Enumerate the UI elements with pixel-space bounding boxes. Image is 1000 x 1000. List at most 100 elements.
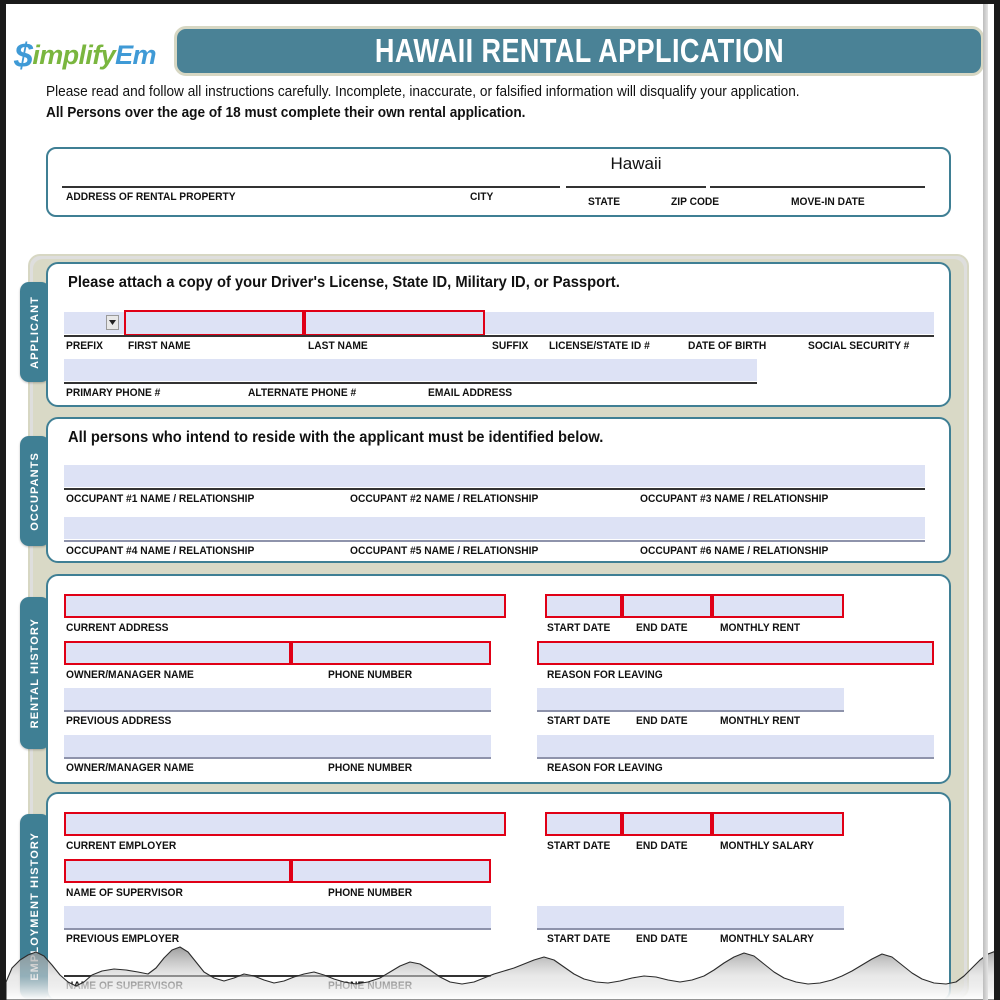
label-occupant-6: OCCUPANT #6 NAME / RELATIONSHIP bbox=[640, 545, 829, 557]
label-employment-end-date: END DATE bbox=[636, 840, 688, 852]
previous-supervisor-rule bbox=[64, 975, 491, 977]
applicant-row2-rule bbox=[64, 382, 757, 384]
previous-address-rule bbox=[64, 710, 491, 712]
rental-end-date-input[interactable] bbox=[622, 594, 712, 618]
applicant-panel: Please attach a copy of your Driver's Li… bbox=[46, 262, 951, 407]
state-value: Hawaii bbox=[610, 154, 662, 173]
sidebar-tab-employment-history-label: EMPLOYMENT HISTORY bbox=[29, 832, 41, 981]
applicant-section-title: Please attach a copy of your Driver's Li… bbox=[68, 274, 620, 291]
previous-rental-dates-input[interactable] bbox=[537, 688, 844, 710]
applicant-row2-background[interactable] bbox=[64, 359, 757, 381]
address-rule bbox=[62, 186, 560, 188]
label-previous-name-of-supervisor: NAME OF SUPERVISOR bbox=[66, 980, 183, 992]
reason-for-leaving-input[interactable] bbox=[537, 641, 934, 665]
occupants-row1-rule bbox=[64, 488, 925, 490]
previous-employer-input[interactable] bbox=[64, 906, 491, 928]
page-header: $implifyEm HAWAII RENTAL APPLICATION bbox=[6, 18, 994, 78]
label-previous-owner-phone-number: PHONE NUMBER bbox=[328, 762, 413, 774]
sidebar-tab-occupants-label: OCCUPANTS bbox=[29, 451, 41, 531]
prefix-dropdown-button[interactable] bbox=[106, 315, 119, 330]
label-previous-address: PREVIOUS ADDRESS bbox=[66, 715, 172, 727]
label-employment-start-date: START DATE bbox=[547, 840, 611, 852]
occupants-panel: All persons who intend to reside with th… bbox=[46, 417, 951, 563]
label-current-employer: CURRENT EMPLOYER bbox=[66, 840, 177, 852]
label-prev-employment-end-date: END DATE bbox=[636, 933, 688, 945]
label-state: STATE bbox=[588, 196, 621, 208]
application-page: $implifyEm HAWAII RENTAL APPLICATION Ple… bbox=[0, 0, 1000, 1000]
label-current-address: CURRENT ADDRESS bbox=[66, 622, 169, 634]
rental-history-panel: CURRENT ADDRESS START DATE END DATE MONT… bbox=[46, 574, 951, 784]
last-name-input[interactable] bbox=[304, 310, 485, 336]
label-occupant-1: OCCUPANT #1 NAME / RELATIONSHIP bbox=[66, 493, 255, 505]
label-email-address: EMAIL ADDRESS bbox=[428, 387, 513, 399]
label-occupant-2: OCCUPANT #2 NAME / RELATIONSHIP bbox=[350, 493, 539, 505]
label-address-of-rental-property: ADDRESS OF RENTAL PROPERTY bbox=[66, 191, 236, 203]
label-previous-employer: PREVIOUS EMPLOYER bbox=[66, 933, 180, 945]
label-rental-end-date: END DATE bbox=[636, 622, 688, 634]
owner-phone-number-input[interactable] bbox=[291, 641, 491, 665]
previous-owner-rule bbox=[64, 757, 491, 759]
occupants-row2-background[interactable] bbox=[64, 517, 925, 539]
current-address-input[interactable] bbox=[64, 594, 506, 618]
label-previous-owner-manager-name: OWNER/MANAGER NAME bbox=[66, 762, 194, 774]
occupants-row2-rule bbox=[64, 540, 925, 542]
previous-employment-dates-input[interactable] bbox=[537, 906, 844, 928]
supervisor-phone-number-input[interactable] bbox=[291, 859, 491, 883]
first-name-input[interactable] bbox=[124, 310, 304, 336]
monthly-salary-input[interactable] bbox=[712, 812, 844, 836]
label-previous-supervisor-phone-number: PHONE NUMBER bbox=[328, 980, 413, 992]
label-monthly-rent: MONTHLY RENT bbox=[720, 622, 801, 634]
previous-owner-manager-input[interactable] bbox=[64, 735, 491, 757]
label-prev-rental-end-date: END DATE bbox=[636, 715, 688, 727]
label-prefix: PREFIX bbox=[66, 340, 103, 352]
label-name-of-supervisor: NAME OF SUPERVISOR bbox=[66, 887, 183, 899]
label-owner-phone-number: PHONE NUMBER bbox=[328, 669, 413, 681]
label-occupant-3: OCCUPANT #3 NAME / RELATIONSHIP bbox=[640, 493, 829, 505]
label-primary-phone: PRIMARY PHONE # bbox=[66, 387, 161, 399]
label-owner-manager-name: OWNER/MANAGER NAME bbox=[66, 669, 194, 681]
label-monthly-salary: MONTHLY SALARY bbox=[720, 840, 814, 852]
label-date-of-birth: DATE OF BIRTH bbox=[688, 340, 767, 352]
label-supervisor-phone-number: PHONE NUMBER bbox=[328, 887, 413, 899]
employment-end-date-input[interactable] bbox=[622, 812, 712, 836]
occupants-section-title: All persons who intend to reside with th… bbox=[68, 429, 604, 446]
label-prev-rental-start-date: START DATE bbox=[547, 715, 611, 727]
occupants-row1-background[interactable] bbox=[64, 465, 925, 487]
supervisor-name-input[interactable] bbox=[64, 859, 291, 883]
sidebar-tab-rental-history-label: RENTAL HISTORY bbox=[29, 617, 41, 729]
label-occupant-4: OCCUPANT #4 NAME / RELATIONSHIP bbox=[66, 545, 255, 557]
rental-start-date-input[interactable] bbox=[545, 594, 622, 618]
sidebar-tab-applicant-label: APPLICANT bbox=[29, 295, 41, 369]
owner-manager-name-input[interactable] bbox=[64, 641, 291, 665]
label-social-security: SOCIAL SECURITY # bbox=[808, 340, 910, 352]
current-employer-input[interactable] bbox=[64, 812, 506, 836]
monthly-rent-input[interactable] bbox=[712, 594, 844, 618]
logo-text-green: implify bbox=[32, 40, 116, 70]
label-last-name: LAST NAME bbox=[308, 340, 368, 352]
instructions-block: Please read and follow all instructions … bbox=[46, 84, 966, 121]
label-zip-code: ZIP CODE bbox=[671, 196, 720, 208]
rental-property-panel: Hawaii ADDRESS OF RENTAL PROPERTY CITY S… bbox=[46, 147, 951, 217]
label-previous-reason-for-leaving: REASON FOR LEAVING bbox=[547, 762, 663, 774]
label-license-state-id: LICENSE/STATE ID # bbox=[549, 340, 650, 352]
label-prev-employment-start-date: START DATE bbox=[547, 933, 611, 945]
previous-rental-dates-rule bbox=[537, 710, 844, 712]
title-bar: HAWAII RENTAL APPLICATION bbox=[174, 26, 984, 76]
label-prev-monthly-salary: MONTHLY SALARY bbox=[720, 933, 814, 945]
label-suffix: SUFFIX bbox=[492, 340, 529, 352]
simplifyem-logo[interactable]: $implifyEm bbox=[14, 34, 157, 75]
label-rental-start-date: START DATE bbox=[547, 622, 611, 634]
employment-start-date-input[interactable] bbox=[545, 812, 622, 836]
page-title: HAWAII RENTAL APPLICATION bbox=[374, 32, 784, 69]
previous-reason-rule bbox=[537, 757, 934, 759]
previous-employer-rule bbox=[64, 928, 491, 930]
previous-address-input[interactable] bbox=[64, 688, 491, 710]
applicant-row1-rule bbox=[64, 335, 934, 337]
label-first-name: FIRST NAME bbox=[128, 340, 191, 352]
previous-reason-for-leaving-input[interactable] bbox=[537, 735, 934, 757]
zip-movein-rule bbox=[710, 186, 925, 188]
state-rule bbox=[566, 186, 706, 188]
label-prev-monthly-rent: MONTHLY RENT bbox=[720, 715, 801, 727]
label-occupant-5: OCCUPANT #5 NAME / RELATIONSHIP bbox=[350, 545, 539, 557]
label-city: CITY bbox=[470, 191, 494, 203]
